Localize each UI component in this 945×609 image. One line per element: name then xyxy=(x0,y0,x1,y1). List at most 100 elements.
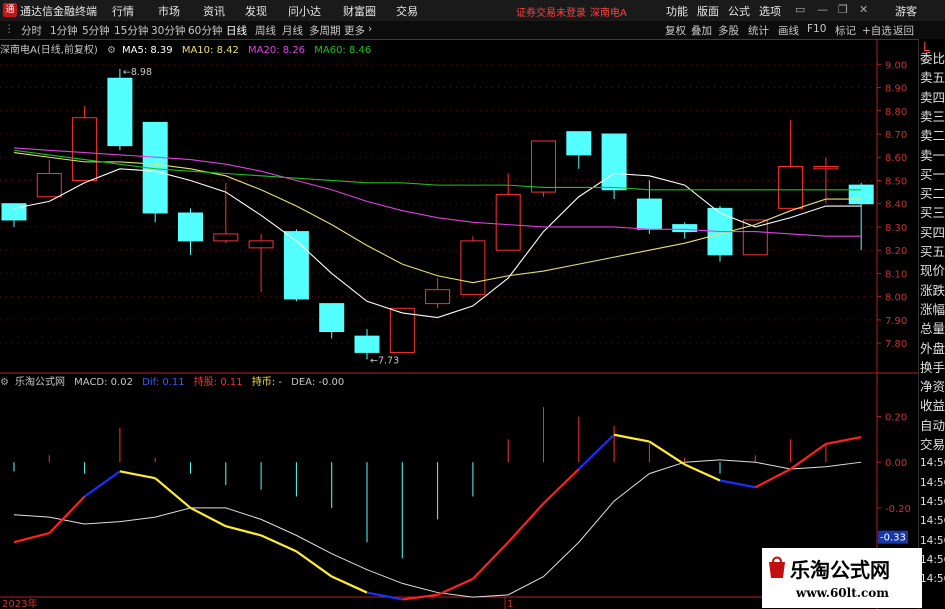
panel-item[interactable]: 净资 xyxy=(920,377,945,396)
minimize-icon[interactable]: ▭ xyxy=(795,3,805,16)
watermark-title: 乐淘公式网 xyxy=(790,558,890,582)
panel-item[interactable]: 收益 xyxy=(920,396,945,415)
draw-line-button[interactable]: 画线 xyxy=(778,23,799,38)
candle-body-up xyxy=(248,240,274,249)
panel-item[interactable]: 买二 xyxy=(920,184,945,203)
price-annotation: ←8.98 xyxy=(123,67,152,78)
menu-item-market[interactable]: 市场 xyxy=(158,3,180,19)
panel-item[interactable]: 买四 xyxy=(920,223,945,242)
menu-item-options[interactable]: 选项 xyxy=(759,3,781,19)
toolbar-handle-icon: ⋮ xyxy=(4,23,15,35)
back-button[interactable]: 返回 xyxy=(893,23,914,38)
period-tab-monthly[interactable]: 月线 xyxy=(282,23,303,38)
panel-item[interactable]: 14:56 xyxy=(920,551,945,570)
chevron-right-icon[interactable]: › xyxy=(368,23,372,35)
period-tab-15min[interactable]: 15分钟 xyxy=(114,23,148,38)
statistics-button[interactable]: 统计 xyxy=(748,23,769,38)
price-tick-label: 7.80 xyxy=(885,339,907,350)
ma20-value: MA20: 8.26 xyxy=(248,45,306,56)
restore-icon[interactable]: ❐ xyxy=(838,3,848,16)
macd-tick-label: 0.00 xyxy=(885,458,907,469)
panel-item[interactable]: 涨跌 xyxy=(920,281,945,300)
candle-body-up xyxy=(813,166,839,170)
period-tab-1min[interactable]: 1分钟 xyxy=(50,23,78,38)
chart-axes: 9.00 8.90 8.80 8.70 8.60 8.50 8.40 8.30 8.20 8.10… xyxy=(2,60,911,609)
menu-item-news[interactable]: 资讯 xyxy=(203,3,225,19)
year-label: 2023年 xyxy=(2,597,37,609)
panel-item[interactable]: 自动 xyxy=(920,416,945,435)
period-toolbar: ⋮ 分时 1分钟 5分钟 15分钟 30分钟 60分钟 日线 周线 月线 多周期… xyxy=(0,21,945,40)
menu-item-function[interactable]: 功能 xyxy=(666,3,688,19)
menu-item-trade[interactable]: 交易 xyxy=(396,3,418,19)
panel-item[interactable]: 总量 xyxy=(920,319,945,338)
candle-body-up xyxy=(425,289,451,305)
adjust-button[interactable]: 复权 xyxy=(665,23,686,38)
panel-item[interactable]: 现价 xyxy=(920,261,945,280)
menu-item-quotes[interactable]: 行情 xyxy=(112,3,134,19)
dif-segment xyxy=(295,550,333,578)
panel-item[interactable]: 涨幅 xyxy=(920,300,945,319)
panel-item[interactable]: 买五 xyxy=(920,242,945,261)
price-tick-label: 8.30 xyxy=(885,223,907,234)
panel-item[interactable]: 14:56 xyxy=(920,454,945,473)
period-tab-60min[interactable]: 60分钟 xyxy=(188,23,222,38)
panel-item[interactable]: 委比 xyxy=(920,49,945,68)
period-tab-more[interactable]: 更多 xyxy=(344,23,365,38)
overlay-button[interactable]: 叠加 xyxy=(691,23,712,38)
guest-user[interactable]: 游客 xyxy=(895,3,917,19)
price-tick-label: 8.00 xyxy=(885,293,907,304)
panel-item[interactable]: 卖四 xyxy=(920,88,945,107)
chart-marks: ←8.98 ←7.73 xyxy=(1,67,874,601)
watermark-logo: 乐淘公式网 www.60lt.com xyxy=(762,548,922,608)
price-tick-label: 8.80 xyxy=(885,107,907,118)
gear-icon[interactable]: ⚙ xyxy=(107,45,116,56)
add-watchlist-button[interactable]: +自选 xyxy=(862,23,892,38)
period-tab-30min[interactable]: 30分钟 xyxy=(151,23,185,38)
candle-body-down xyxy=(178,212,203,242)
panel-item[interactable]: 交易 xyxy=(920,435,945,454)
menu-item-discover[interactable]: 发现 xyxy=(245,3,267,19)
minimize-button-icon[interactable]: — xyxy=(817,3,828,16)
panel-item[interactable]: 外盘 xyxy=(920,339,945,358)
watermark-url: www.60lt.com xyxy=(796,586,889,600)
kline-chart-area[interactable]: ←8.98 ←7.73 9.00 8.90 8.80 8.70 8.60 8.50 8.40 8… xyxy=(0,39,918,609)
panel-item[interactable]: 卖三 xyxy=(920,107,945,126)
shopping-bag-icon xyxy=(769,556,785,578)
panel-item[interactable]: 买一 xyxy=(920,165,945,184)
candle-body-down xyxy=(601,133,627,191)
period-tab-weekly[interactable]: 周线 xyxy=(255,23,276,38)
panel-item[interactable]: 14:56 xyxy=(920,493,945,512)
period-tab-5min[interactable]: 5分钟 xyxy=(82,23,110,38)
menu-item-layout[interactable]: 版面 xyxy=(697,3,719,19)
macd-tick-label: -0.20 xyxy=(885,504,911,515)
period-tab-daily[interactable]: 日线 xyxy=(226,23,247,38)
panel-item[interactable]: 14:56 xyxy=(920,532,945,551)
panel-item[interactable]: 卖五 xyxy=(920,68,945,87)
price-tick-label: 8.40 xyxy=(885,200,907,211)
panel-item[interactable]: 买三 xyxy=(920,203,945,222)
dif-segment xyxy=(754,468,792,489)
panel-item[interactable]: 换手 xyxy=(920,358,945,377)
chart-grid xyxy=(0,39,918,609)
panel-item[interactable]: 14:56 xyxy=(920,474,945,493)
multi-stock-button[interactable]: 多股 xyxy=(718,23,739,38)
period-tab-intraday[interactable]: 分时 xyxy=(21,23,42,38)
panel-item[interactable]: 卖二 xyxy=(920,126,945,145)
dif-segment xyxy=(648,440,686,466)
mark-button[interactable]: 标记 xyxy=(835,23,856,38)
panel-item[interactable]: 14:56 xyxy=(920,570,945,589)
close-icon[interactable]: ✕ xyxy=(859,3,868,16)
macd-info: ⚙ 乐淘公式网 MACD: 0.02 Dif: 0.11 持股: 0.11 持币:… xyxy=(0,373,350,388)
login-status[interactable]: 证券交易未登录 xyxy=(516,4,586,19)
panel-item[interactable]: 卖一 xyxy=(920,146,945,165)
panel-item[interactable]: 14:56 xyxy=(920,512,945,531)
candle-body-down xyxy=(319,303,345,332)
gear-icon[interactable]: ⚙ xyxy=(0,377,9,388)
menu-item-formula[interactable]: 公式 xyxy=(728,3,750,19)
f10-button[interactable]: F10 xyxy=(807,23,826,35)
candle-body-up xyxy=(389,307,415,353)
dif-segment xyxy=(719,479,756,489)
period-tab-multi[interactable]: 多周期 xyxy=(309,23,341,38)
menu-item-wealth[interactable]: 财富圈 xyxy=(343,3,376,19)
menu-item-ask[interactable]: 问小达 xyxy=(288,3,321,19)
